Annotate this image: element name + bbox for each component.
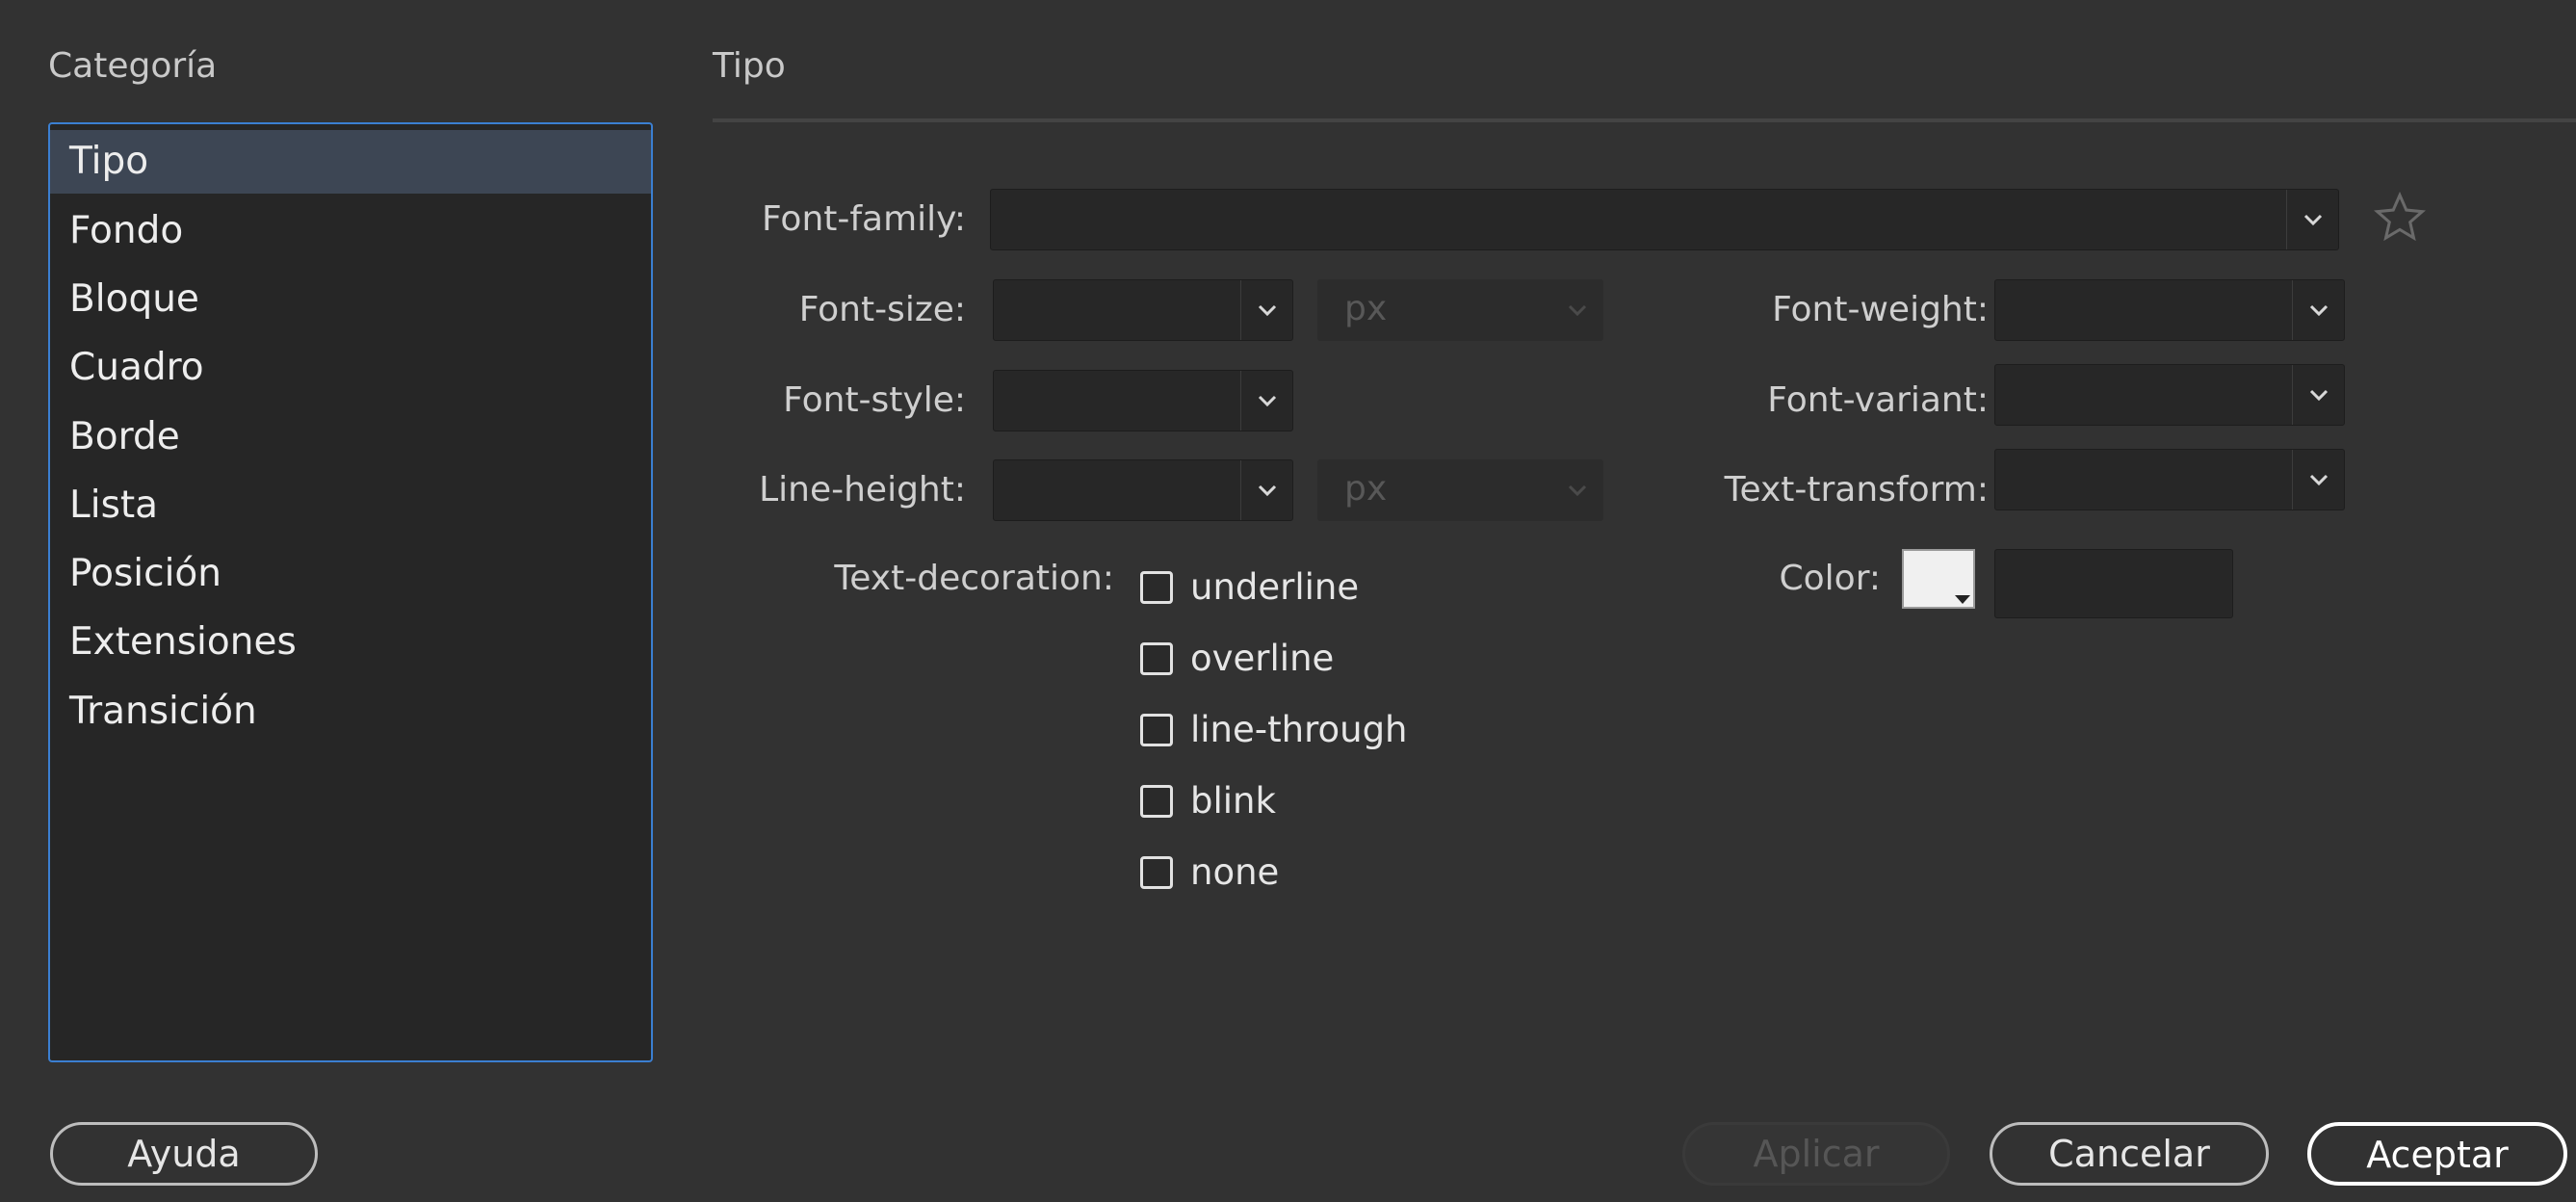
font-family-select[interactable] <box>990 189 2339 250</box>
category-item-extensiones[interactable]: Extensiones <box>50 611 651 674</box>
panel-header: Tipo <box>713 46 786 86</box>
line-height-unit: px <box>1344 469 1388 509</box>
font-size-unit: px <box>1344 289 1388 328</box>
category-item-fondo[interactable]: Fondo <box>50 199 651 263</box>
underline-label: underline <box>1190 566 1360 608</box>
line-height-unit-select[interactable]: px <box>1317 459 1603 521</box>
blink-option[interactable]: blink <box>1140 780 1276 822</box>
color-label: Color: <box>1779 559 1882 598</box>
category-item-cuadro[interactable]: Cuadro <box>50 336 651 400</box>
text-transform-select[interactable] <box>1994 449 2345 510</box>
category-header: Categoría <box>48 46 218 86</box>
overline-label: overline <box>1190 638 1335 679</box>
category-item-posicion[interactable]: Posición <box>50 542 651 606</box>
font-style-label: Font-style: <box>783 380 966 420</box>
chevron-down-icon[interactable] <box>2292 450 2344 510</box>
header-divider <box>713 118 2576 122</box>
star-icon[interactable] <box>2373 191 2427 245</box>
font-size-unit-select[interactable]: px <box>1317 279 1603 341</box>
font-variant-select[interactable] <box>1994 364 2345 426</box>
font-size-select[interactable] <box>993 279 1293 341</box>
none-checkbox[interactable] <box>1140 855 1173 889</box>
category-item-bloque[interactable]: Bloque <box>50 268 651 331</box>
line-through-option[interactable]: line-through <box>1140 709 1408 750</box>
category-item-transicion[interactable]: Transición <box>50 680 651 744</box>
font-style-select[interactable] <box>993 370 1293 431</box>
font-size-label: Font-size: <box>798 290 966 329</box>
blink-label: blink <box>1190 780 1276 822</box>
category-item-borde[interactable]: Borde <box>50 405 651 469</box>
color-input[interactable] <box>1994 549 2233 618</box>
overline-checkbox[interactable] <box>1140 641 1173 675</box>
overline-option[interactable]: overline <box>1140 638 1334 679</box>
help-button[interactable]: Ayuda <box>50 1122 318 1186</box>
color-swatch[interactable] <box>1902 549 1975 609</box>
text-transform-label: Text-transform: <box>1724 470 1989 510</box>
cancel-button[interactable]: Cancelar <box>1990 1122 2269 1186</box>
category-list[interactable]: Tipo Fondo Bloque Cuadro Borde Lista Pos… <box>48 122 653 1062</box>
chevron-down-icon[interactable] <box>2292 280 2344 340</box>
text-decoration-label: Text-decoration: <box>834 559 1114 598</box>
ok-button[interactable]: Aceptar <box>2307 1122 2567 1186</box>
underline-checkbox[interactable] <box>1140 570 1173 604</box>
chevron-down-icon[interactable] <box>2292 365 2344 425</box>
swatch-arrow-icon <box>1955 595 1970 604</box>
line-through-label: line-through <box>1190 709 1408 750</box>
apply-button[interactable]: Aplicar <box>1682 1122 1950 1186</box>
chevron-down-icon[interactable] <box>2286 190 2338 249</box>
category-item-tipo[interactable]: Tipo <box>50 130 651 194</box>
chevron-down-icon[interactable] <box>1240 280 1292 340</box>
underline-option[interactable]: underline <box>1140 566 1359 608</box>
line-height-select[interactable] <box>993 459 1293 521</box>
font-weight-select[interactable] <box>1994 279 2345 341</box>
none-label: none <box>1190 851 1280 893</box>
chevron-down-icon[interactable] <box>1551 459 1603 521</box>
font-family-label: Font-family: <box>762 199 966 239</box>
none-option[interactable]: none <box>1140 851 1279 893</box>
category-item-lista[interactable]: Lista <box>50 474 651 537</box>
font-variant-label: Font-variant: <box>1767 380 1989 420</box>
line-height-label: Line-height: <box>759 470 966 510</box>
chevron-down-icon[interactable] <box>1240 371 1292 431</box>
blink-checkbox[interactable] <box>1140 784 1173 818</box>
chevron-down-icon[interactable] <box>1551 279 1603 341</box>
line-through-checkbox[interactable] <box>1140 713 1173 746</box>
chevron-down-icon[interactable] <box>1240 460 1292 520</box>
font-weight-label: Font-weight: <box>1772 290 1989 329</box>
